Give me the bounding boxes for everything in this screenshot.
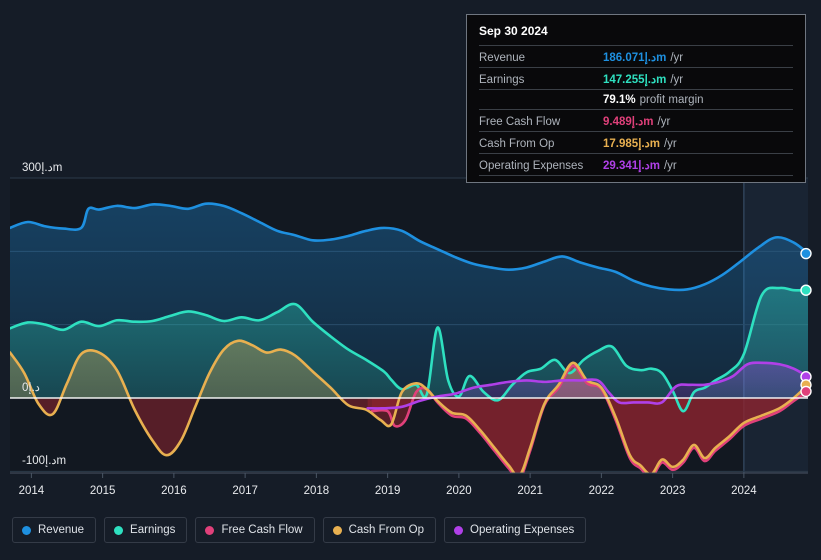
tooltip-row-label: Revenue bbox=[479, 51, 526, 64]
legend-item-label: Earnings bbox=[130, 524, 176, 536]
tooltip-row-unit: /yr bbox=[670, 73, 684, 86]
tooltip-row-label: Free Cash Flow bbox=[479, 115, 561, 128]
x-axis-label: 2019 bbox=[374, 485, 401, 497]
tooltip-row-label: Operating Expenses bbox=[479, 159, 584, 172]
tooltip-row: Earnings 147.255د.إm/yr bbox=[479, 67, 793, 89]
tooltip-row: Revenue 186.071د.إm/yr bbox=[479, 45, 793, 67]
legend-item-label: Revenue bbox=[38, 524, 85, 536]
x-axis-label: 2020 bbox=[446, 485, 472, 497]
legend-item-operating-expenses[interactable]: Operating Expenses bbox=[444, 517, 587, 543]
tooltip-row-value: 17.985د.إm bbox=[603, 137, 660, 150]
tooltip-row-value: 79.1% bbox=[603, 93, 636, 106]
endpoint-marker bbox=[800, 284, 812, 296]
y-axis-label: -100د.إm bbox=[22, 455, 67, 468]
tooltip-row-unit: profit margin bbox=[639, 93, 704, 106]
endpoint-marker bbox=[800, 385, 812, 398]
tooltip-row-unit: /yr bbox=[663, 137, 677, 150]
legend-item-label: Free Cash Flow bbox=[221, 524, 303, 536]
legend-item-free-cash-flow[interactable]: Free Cash Flow bbox=[195, 517, 315, 543]
tooltip-row-value: 9.489د.إm bbox=[603, 115, 654, 128]
legend-color-dot-icon bbox=[22, 525, 31, 535]
tooltip-row-value: 147.255د.إm bbox=[603, 73, 667, 86]
legend-color-dot-icon bbox=[114, 525, 124, 535]
tooltip-row: Free Cash Flow 9.489د.إm/yr bbox=[479, 109, 793, 131]
tooltip-row-value: 29.341د.إm bbox=[603, 159, 660, 172]
tooltip-row: 79.1% profit margin bbox=[479, 89, 793, 109]
x-axis-label: 2018 bbox=[303, 485, 330, 497]
tooltip-row-unit: /yr bbox=[657, 115, 671, 128]
y-axis-label: 300د.إm bbox=[22, 162, 63, 174]
tooltip-row-unit: /yr bbox=[670, 51, 684, 64]
chart-legend[interactable]: Revenue Earnings Free Cash Flow Cash From O… bbox=[12, 517, 587, 543]
x-axis-label: 2023 bbox=[659, 485, 686, 497]
tooltip-rows: Revenue 186.071د.إm/yr Earnings 147.255د.إm… bbox=[479, 45, 793, 176]
tooltip-bottom-rule bbox=[479, 175, 793, 176]
legend-item-revenue[interactable]: Revenue bbox=[12, 517, 97, 543]
x-axis-label: 2022 bbox=[588, 485, 615, 497]
legend-color-dot-icon bbox=[332, 525, 342, 535]
x-axis-label: 2021 bbox=[517, 485, 543, 497]
legend-item-earnings[interactable]: Earnings bbox=[104, 517, 188, 543]
tooltip-row-label: Cash From Op bbox=[479, 137, 555, 150]
tooltip-row: Operating Expenses 29.341د.إm/yr bbox=[479, 153, 793, 175]
legend-item-label: Cash From Op bbox=[348, 524, 425, 536]
legend-item-label: Operating Expenses bbox=[470, 524, 575, 536]
endpoint-marker bbox=[800, 247, 812, 260]
chart-tooltip: Sep 30 2024 Revenue 186.071د.إm/yr Earning… bbox=[466, 14, 806, 183]
x-axis-label: 2014 bbox=[18, 485, 45, 497]
tooltip-row: Cash From Op 17.985د.إm/yr bbox=[479, 131, 793, 153]
y-axis-label: 0د.إ bbox=[22, 382, 40, 394]
tooltip-date: Sep 30 2024 bbox=[479, 24, 548, 38]
legend-color-dot-icon bbox=[205, 525, 215, 535]
x-axis-label: 2015 bbox=[89, 485, 116, 497]
legend-item-cash-from-op[interactable]: Cash From Op bbox=[322, 517, 437, 543]
financial-chart-page: 300د.إm 0د.إ -100د.إm 2014 2015 2016 2017 2018… bbox=[0, 0, 821, 560]
x-axis-label: 2017 bbox=[232, 485, 258, 497]
tooltip-row-value: 186.071د.إm bbox=[603, 51, 667, 64]
x-axis-label: 2024 bbox=[731, 485, 757, 497]
tooltip-row-unit: /yr bbox=[663, 159, 677, 172]
x-axis-label: 2016 bbox=[161, 485, 187, 497]
legend-color-dot-icon bbox=[454, 525, 464, 535]
tooltip-row-label: Earnings bbox=[479, 73, 525, 86]
